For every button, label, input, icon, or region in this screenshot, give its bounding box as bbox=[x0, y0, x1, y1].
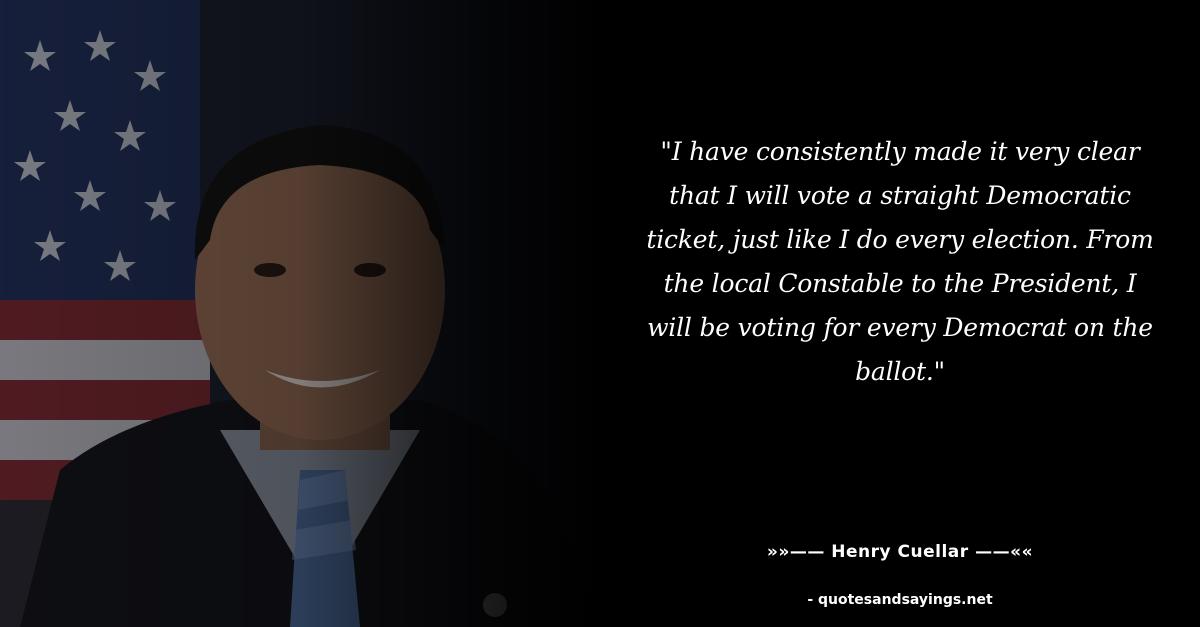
quote-card: "I have consistently made it very clear … bbox=[0, 0, 1200, 627]
source-site: - quotesandsayings.net bbox=[807, 592, 993, 608]
quote-author: »»—— Henry Cuellar ——«« bbox=[766, 542, 1034, 562]
quote-text: "I have consistently made it very clear … bbox=[646, 137, 1154, 386]
